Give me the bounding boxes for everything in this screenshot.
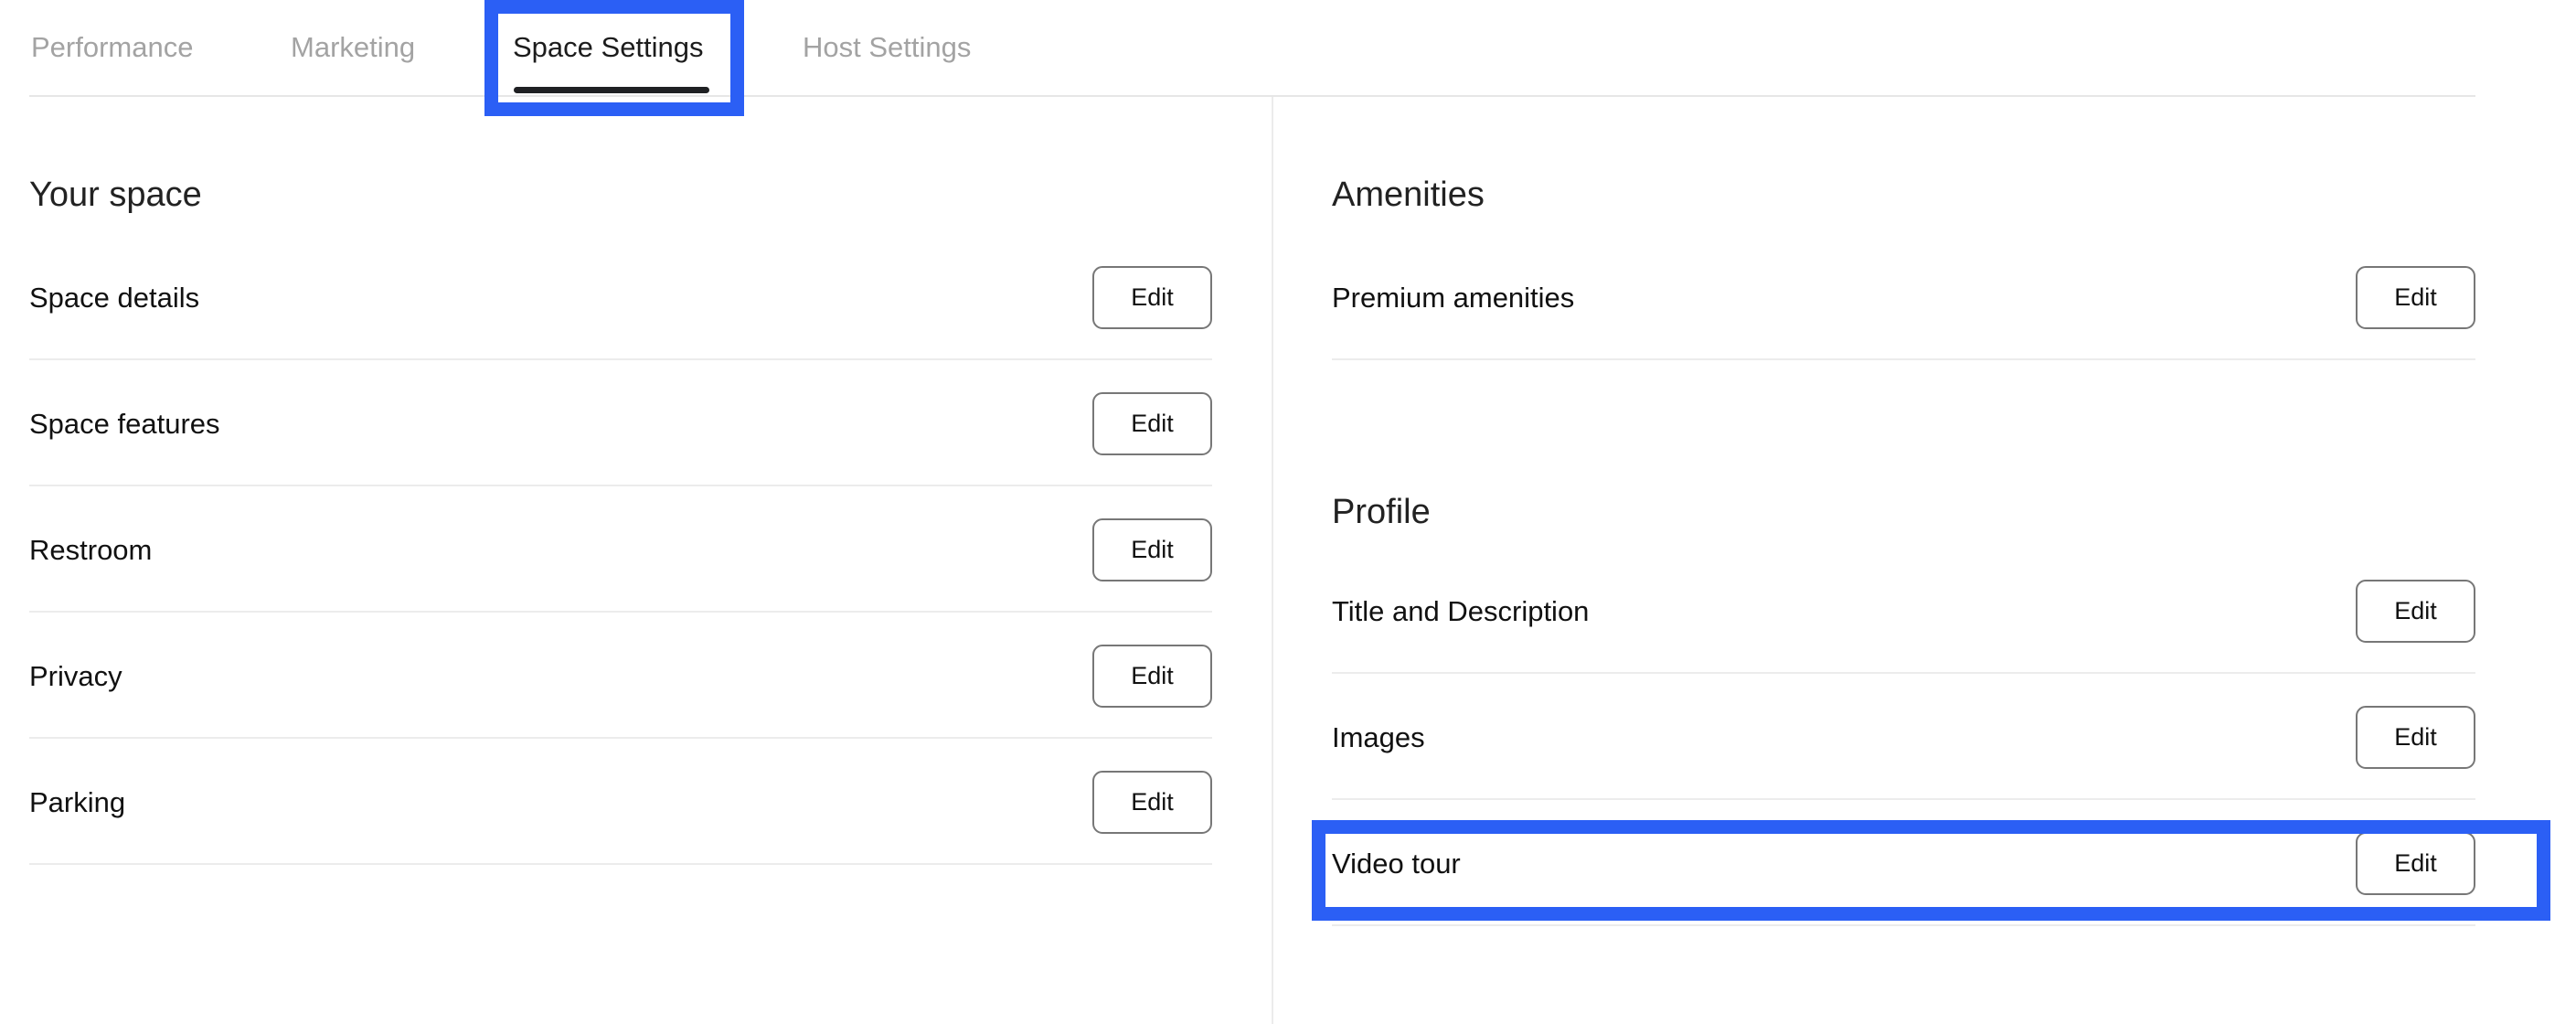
row-label: Privacy — [29, 660, 122, 692]
tab-performance[interactable]: Performance — [31, 27, 193, 68]
edit-video-tour-button[interactable]: Edit — [2356, 832, 2475, 895]
active-tab-indicator — [514, 87, 709, 93]
section-title-amenities: Amenities — [1332, 176, 1485, 214]
tab-space-settings[interactable]: Space Settings — [513, 27, 704, 68]
list-item-parking: Parking Edit — [29, 739, 1212, 865]
row-label: Title and Description — [1332, 595, 1590, 627]
row-divider — [1332, 358, 2475, 360]
section-title-your-space: Your space — [29, 176, 202, 214]
row-divider — [29, 863, 1212, 865]
list-item-restroom: Restroom Edit — [29, 486, 1212, 613]
row-label: Space details — [29, 282, 200, 314]
edit-premium-amenities-button[interactable]: Edit — [2356, 266, 2475, 329]
row-label: Premium amenities — [1332, 282, 1575, 314]
row-label: Parking — [29, 786, 126, 818]
edit-title-description-button[interactable]: Edit — [2356, 580, 2475, 643]
edit-parking-button[interactable]: Edit — [1092, 771, 1212, 834]
edit-space-details-button[interactable]: Edit — [1092, 266, 1212, 329]
tab-bar: Performance Marketing Space Settings Hos… — [0, 0, 2576, 97]
list-item-video-tour: Video tour Edit — [1332, 800, 2475, 926]
tab-marketing[interactable]: Marketing — [291, 27, 415, 68]
section-title-profile: Profile — [1332, 493, 1431, 531]
list-item-privacy: Privacy Edit — [29, 613, 1212, 739]
tab-host-settings[interactable]: Host Settings — [803, 27, 971, 68]
list-item-title-and-description: Title and Description Edit — [1332, 548, 2475, 674]
edit-restroom-button[interactable]: Edit — [1092, 518, 1212, 581]
list-item-images: Images Edit — [1332, 674, 2475, 800]
list-item-premium-amenities: Premium amenities Edit — [1332, 234, 2475, 360]
row-label: Video tour — [1332, 848, 1461, 880]
column-divider — [1272, 97, 1273, 1024]
edit-images-button[interactable]: Edit — [2356, 706, 2475, 769]
edit-space-features-button[interactable]: Edit — [1092, 392, 1212, 455]
list-item-space-features: Space features Edit — [29, 360, 1212, 486]
row-label: Images — [1332, 721, 1425, 753]
row-divider — [1332, 924, 2475, 926]
tab-bar-divider — [29, 95, 2475, 97]
list-item-space-details: Space details Edit — [29, 234, 1212, 360]
edit-privacy-button[interactable]: Edit — [1092, 645, 1212, 708]
row-label: Restroom — [29, 534, 153, 566]
row-label: Space features — [29, 408, 220, 440]
